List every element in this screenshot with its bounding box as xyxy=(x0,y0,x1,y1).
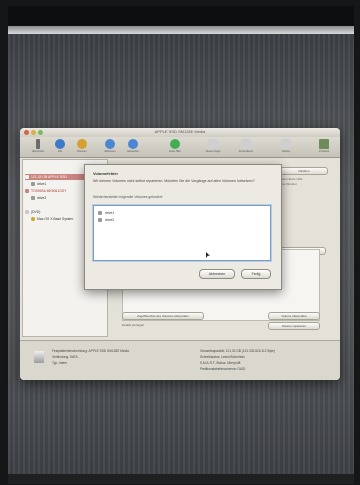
optical-drive-icon xyxy=(25,210,29,215)
eject-icon xyxy=(128,139,138,149)
disk-info-bar: Festplattenbeschreibung: APPLE SSD SM128… xyxy=(20,340,340,380)
toolbar-mount-button[interactable]: Aktivieren xyxy=(100,139,120,156)
toolbar-label: Volume xyxy=(281,150,291,153)
sidebar-item-dvd[interactable]: (DVD) xyxy=(25,209,40,215)
sidebar-item-drive2[interactable]: drive2 xyxy=(31,195,46,201)
info-icon xyxy=(55,139,65,149)
dialog-message: Wir können Volumes nicht selbst reparier… xyxy=(93,179,255,183)
window-titlebar[interactable]: APPLE SSD SM128E Media xyxy=(20,128,340,137)
sidebar-item-base-system[interactable]: Mac OS X Base System xyxy=(31,216,73,222)
zoom-window-button[interactable] xyxy=(38,130,43,135)
sidebar-item-toshiba[interactable]: TOSHIBA MK5061GSY xyxy=(25,188,66,194)
toolbar-label: Auswerfen xyxy=(127,150,139,153)
volume-icon xyxy=(31,182,35,187)
monitor-bottom-bezel xyxy=(8,474,354,484)
toolbar-firstaid-button[interactable]: Erste Hilfe xyxy=(165,139,185,156)
toolbar-eject-button[interactable]: Auswerfen xyxy=(123,139,143,156)
sidebar-item-label: 121,33 GB APPLE SSD xyxy=(31,175,67,179)
toolbar-label: Überprüfen xyxy=(31,150,45,153)
sidebar-item-label: drive1 xyxy=(37,182,47,186)
repair-volume-button[interactable]: Volume reparieren xyxy=(268,322,320,330)
volume-name: drive2 xyxy=(105,218,115,222)
sidebar-item-label: drive2 xyxy=(37,196,47,200)
side-text-2: eine Struktur xyxy=(280,182,298,186)
mouse-cursor-icon xyxy=(206,252,210,258)
sidebar-item-drive1[interactable]: drive1 xyxy=(31,181,46,187)
install-disc-icon xyxy=(31,217,35,222)
hard-disk-icon xyxy=(34,351,44,363)
volume-icon xyxy=(98,211,102,216)
volume-error-dialog: Volumefehler Wir können Volumes nicht se… xyxy=(84,164,282,290)
verify-volume-button[interactable]: Volume überprüfen xyxy=(268,312,320,320)
dialog-title: Volumefehler xyxy=(93,171,119,176)
sidebar-item-label: Mac OS X Base System xyxy=(37,217,74,221)
volume-name: drive1 xyxy=(105,211,115,215)
details-checkbox[interactable]: Details anzeigen xyxy=(122,323,144,327)
smart-status: S.M.A.R.T.-Status: Überprüft xyxy=(200,361,241,365)
toolbar-volume-button[interactable]: Volume xyxy=(276,139,296,156)
monitor-bevel xyxy=(8,26,354,34)
sidebar-item-label: TOSHIBA MK5061GSY xyxy=(31,189,67,193)
toolbar-label: Info xyxy=(57,150,63,153)
toolbar-label: Konvertieren xyxy=(238,150,254,153)
toolbar-label: Protokoll xyxy=(319,150,329,153)
volume-icon xyxy=(281,139,291,149)
toolbar-burn-button[interactable]: Brennen xyxy=(72,139,92,156)
first-aid-icon xyxy=(170,139,180,149)
cancel-button[interactable]: Abbrechen xyxy=(199,269,235,279)
disk-icon xyxy=(25,175,29,180)
volume-icon xyxy=(98,218,102,223)
partition-scheme: Partitionstabellenschema: GUID xyxy=(200,367,246,371)
toolbar-info-button[interactable]: Info xyxy=(50,139,70,156)
disk-icon xyxy=(25,189,29,194)
log-icon xyxy=(319,139,329,149)
side-text-1: Wenn Erste Hilfe xyxy=(280,177,303,181)
toolbar-label: Erste Hilfe xyxy=(169,150,181,153)
microscope-icon xyxy=(36,139,40,149)
sidebar-item-label: (DVD) xyxy=(31,210,41,214)
toolbar-label: Neues Image xyxy=(205,150,221,153)
burn-icon xyxy=(77,139,87,149)
list-item[interactable]: drive1 xyxy=(98,210,114,216)
toolbar: Überprüfen Info Brennen Aktivieren Auswe… xyxy=(20,137,340,158)
toolbar-new-image-button[interactable]: Neues Image xyxy=(203,139,223,156)
toolbar-convert-button[interactable]: Konvertieren xyxy=(236,139,256,156)
disk-description: Festplattenbeschreibung: APPLE SSD SM128… xyxy=(52,349,129,353)
connection-type: Typ: Intern xyxy=(52,361,68,365)
connection-bus: Verbindung: SATA xyxy=(52,355,78,359)
convert-icon xyxy=(241,139,251,149)
mount-icon xyxy=(105,139,115,149)
verify-permissions-button[interactable]: Zugriffsrechte des Volumes überprüfen xyxy=(122,312,204,320)
toolbar-verify-button[interactable]: Überprüfen xyxy=(28,139,48,156)
list-item[interactable]: drive2 xyxy=(98,217,114,223)
window-title: APPLE SSD SM128E Media xyxy=(154,129,206,134)
minimize-window-button[interactable] xyxy=(31,130,36,135)
total-capacity: Gesamtkapazität: 121,33 GB (121.332.826.… xyxy=(200,349,275,353)
dialog-hint: Wiederherstellen folgender Volumes gefor… xyxy=(93,195,163,199)
new-image-icon xyxy=(208,139,218,149)
done-button[interactable]: Fertig xyxy=(241,269,271,279)
close-window-button[interactable] xyxy=(24,130,29,135)
failed-volumes-list[interactable]: drive1 drive2 xyxy=(93,205,271,261)
toolbar-label: Aktivieren xyxy=(104,150,116,153)
volume-icon xyxy=(31,196,35,201)
write-status: Schreibstatus: Lesen/Schreiben xyxy=(200,355,246,359)
partition-button[interactable]: Partition xyxy=(280,167,328,175)
toolbar-log-button[interactable]: Protokoll xyxy=(314,139,334,156)
toolbar-label: Brennen xyxy=(77,150,87,153)
